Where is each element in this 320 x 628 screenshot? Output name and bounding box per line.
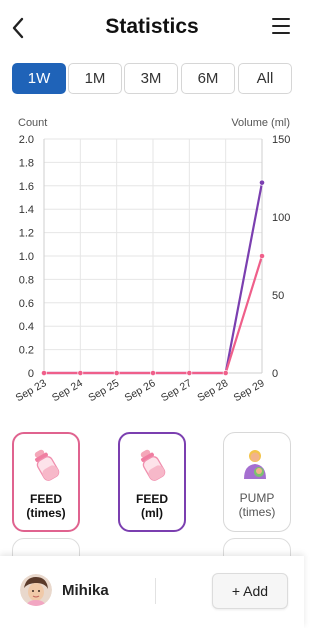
feed-ml-label: FEED (ml) xyxy=(135,492,168,520)
y-tick-label-left: 1.8 xyxy=(19,157,34,169)
tab-1w[interactable]: 1W xyxy=(12,63,66,94)
x-tick-label: Sep 25 xyxy=(86,377,121,404)
y-tick-label-left: 1.2 xyxy=(19,228,34,240)
header: Statistics xyxy=(0,0,304,56)
child-avatar-icon[interactable] xyxy=(20,574,52,606)
y-axis-right-label: Volume (ml) xyxy=(231,117,290,129)
feed-ml-card[interactable]: FEED (ml) xyxy=(118,432,186,532)
y-tick-label-left: 1.4 xyxy=(19,204,34,216)
y-tick-label-left: 0.6 xyxy=(19,298,34,310)
category-cards: FEED (times) FEED (ml) PUMP (times) xyxy=(0,430,304,560)
baby-bottle-icon xyxy=(14,448,78,482)
baby-bottle-icon xyxy=(120,448,184,482)
divider xyxy=(155,578,156,604)
add-button[interactable]: + Add xyxy=(212,573,288,609)
y-tick-label-left: 0.2 xyxy=(19,345,34,357)
x-tick-label: Sep 28 xyxy=(195,377,230,404)
y-tick-label-left: 0 xyxy=(28,368,34,380)
series-point xyxy=(222,370,229,376)
series-point xyxy=(113,370,120,376)
pump-times-card[interactable]: PUMP (times) xyxy=(223,432,291,532)
breast-pump-person-icon xyxy=(224,447,290,481)
child-name[interactable]: Mihika xyxy=(62,582,109,599)
y-tick-label-left: 1.0 xyxy=(19,251,34,263)
y-tick-label-right: 150 xyxy=(272,134,290,146)
x-tick-label: Sep 29 xyxy=(232,377,267,404)
y-tick-label-right: 0 xyxy=(272,368,278,380)
tab-6m[interactable]: 6M xyxy=(181,63,235,94)
pump-times-label: PUMP (times) xyxy=(238,491,276,519)
page-title: Statistics xyxy=(105,15,199,38)
statistics-chart: Count Volume (ml) 0 0.2 0.4 0.6 0.8 1.0 1.2 1.4 1.… xyxy=(0,108,304,420)
y-tick-label-right: 100 xyxy=(272,212,290,224)
menu-button[interactable] xyxy=(272,18,290,36)
tab-3m[interactable]: 3M xyxy=(124,63,178,94)
x-tick-label: Sep 26 xyxy=(123,377,158,404)
series-point xyxy=(41,370,47,376)
hamburger-menu-icon xyxy=(272,18,290,34)
series-point xyxy=(150,370,156,376)
feed-times-card[interactable]: FEED (times) xyxy=(12,432,80,532)
series-point xyxy=(259,253,265,259)
y-tick-label-left: 0.8 xyxy=(19,274,34,286)
x-tick-label: Sep 23 xyxy=(14,377,49,404)
y-tick-label-left: 1.6 xyxy=(19,181,34,193)
y-tick-label-left: 0.4 xyxy=(19,321,34,333)
series-point xyxy=(186,370,193,376)
bottom-bar: Mihika + Add xyxy=(0,556,304,628)
y-tick-label-left: 2.0 xyxy=(19,134,34,146)
x-tick-label: Sep 24 xyxy=(50,377,85,404)
series-point xyxy=(259,179,265,186)
y-axis-left-label: Count xyxy=(18,117,47,129)
tab-1m[interactable]: 1M xyxy=(68,63,122,94)
range-tabs: 1W 1M 3M 6M All xyxy=(12,63,292,95)
x-tick-label: Sep 27 xyxy=(159,377,194,404)
series-point xyxy=(77,370,84,376)
feed-times-label: FEED (times) xyxy=(26,492,66,520)
y-tick-label-right: 50 xyxy=(272,290,284,302)
tab-all[interactable]: All xyxy=(238,63,292,94)
